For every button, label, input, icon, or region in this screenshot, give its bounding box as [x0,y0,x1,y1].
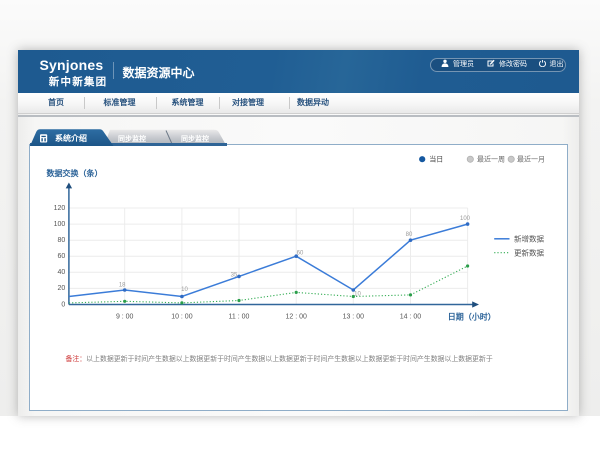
svg-text:10: 10 [181,287,188,293]
svg-text:120: 120 [53,205,65,212]
svg-text:系统介绍: 系统介绍 [55,133,87,143]
svg-text:60: 60 [296,250,303,256]
svg-text:35: 35 [230,272,237,278]
svg-text:11 : 00: 11 : 00 [228,313,249,320]
svg-text:最近一月: 最近一月 [517,154,545,163]
svg-text:12 : 00: 12 : 00 [285,313,307,320]
svg-text:更新数据: 更新数据 [514,247,544,257]
svg-text:同步监控: 同步监控 [181,134,209,143]
svg-text:40: 40 [57,269,65,276]
svg-text:10 : 00: 10 : 00 [171,313,193,320]
svg-text:数据交换（条）: 数据交换（条） [46,168,102,178]
svg-text:日期（小时）: 日期（小时） [447,311,495,321]
svg-text:80: 80 [57,237,65,244]
svg-text:20: 20 [57,285,65,292]
svg-text:最近一周: 最近一周 [477,154,505,163]
svg-text:同步监控: 同步监控 [118,134,146,143]
svg-text:9 : 00: 9 : 00 [115,313,133,320]
svg-text:当日: 当日 [429,154,443,163]
svg-text:0: 0 [61,301,65,308]
svg-text:13 : 00: 13 : 00 [342,313,364,320]
svg-text:60: 60 [57,253,65,260]
svg-text:新增数据: 新增数据 [514,233,544,243]
svg-text:18: 18 [118,282,125,288]
svg-text:备注：以上数据更新于时间产生数据以上数据更新于时间产生数据以: 备注：以上数据更新于时间产生数据以上数据更新于时间产生数据以上数据更新于时间产生… [65,354,492,363]
svg-text:10: 10 [354,291,361,297]
svg-text:14 : 00: 14 : 00 [399,313,421,320]
svg-text:100: 100 [459,216,470,222]
svg-text:100: 100 [53,221,65,228]
svg-text:80: 80 [405,232,412,238]
